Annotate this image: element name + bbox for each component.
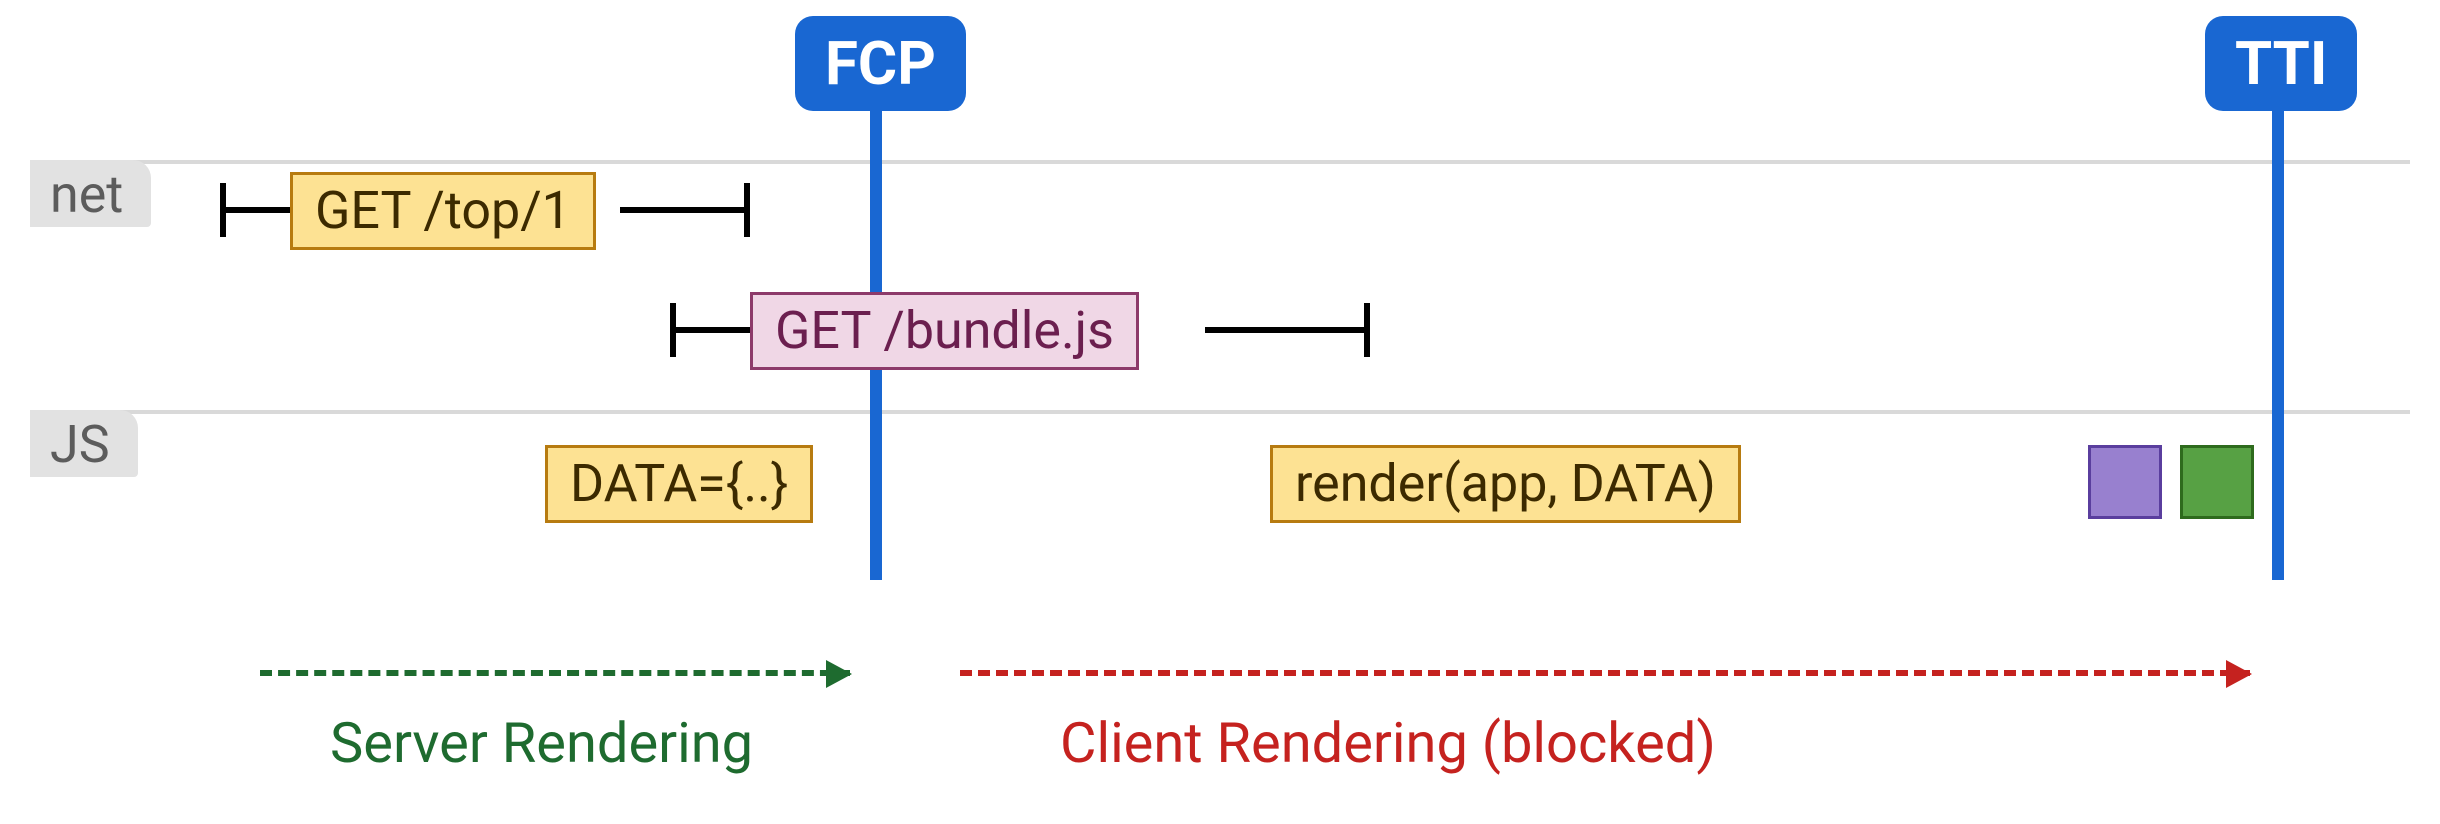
span-box-get-top: GET /top/1 <box>290 172 596 250</box>
span-get-bundle: GET /bundle.js <box>670 295 1370 365</box>
js-block-render: render(app, DATA) <box>1270 445 1741 523</box>
js-block-green <box>2180 445 2254 519</box>
js-block-purple <box>2088 445 2162 519</box>
js-block-data: DATA={..} <box>545 445 813 523</box>
marker-line-tti <box>2272 100 2284 580</box>
whisker-bar-right <box>620 207 750 213</box>
whisker-bar-left <box>220 207 290 213</box>
whisker-cap-right <box>1364 303 1370 357</box>
span-get-top: GET /top/1 <box>220 175 750 245</box>
whisker-bar-right <box>1205 327 1370 333</box>
track-rule-js-top <box>30 410 2410 414</box>
track-label-net: net <box>30 160 151 227</box>
marker-badge-fcp: FCP <box>795 16 966 111</box>
whisker-bar-left <box>670 327 750 333</box>
whisker-cap-right <box>744 183 750 237</box>
phase-label-client: Client Rendering (blocked) <box>1060 710 1716 776</box>
phase-label-server: Server Rendering <box>330 710 753 776</box>
track-rule-net-top <box>30 160 2410 164</box>
track-label-js: JS <box>30 410 138 477</box>
timeline-diagram: net JS FCP TTI GET /top/1 GET /bundle.js… <box>0 0 2440 824</box>
phase-arrow-client <box>960 670 2250 676</box>
phase-arrow-server <box>260 670 850 676</box>
span-box-get-bundle: GET /bundle.js <box>750 292 1139 370</box>
marker-badge-tti: TTI <box>2205 16 2357 111</box>
